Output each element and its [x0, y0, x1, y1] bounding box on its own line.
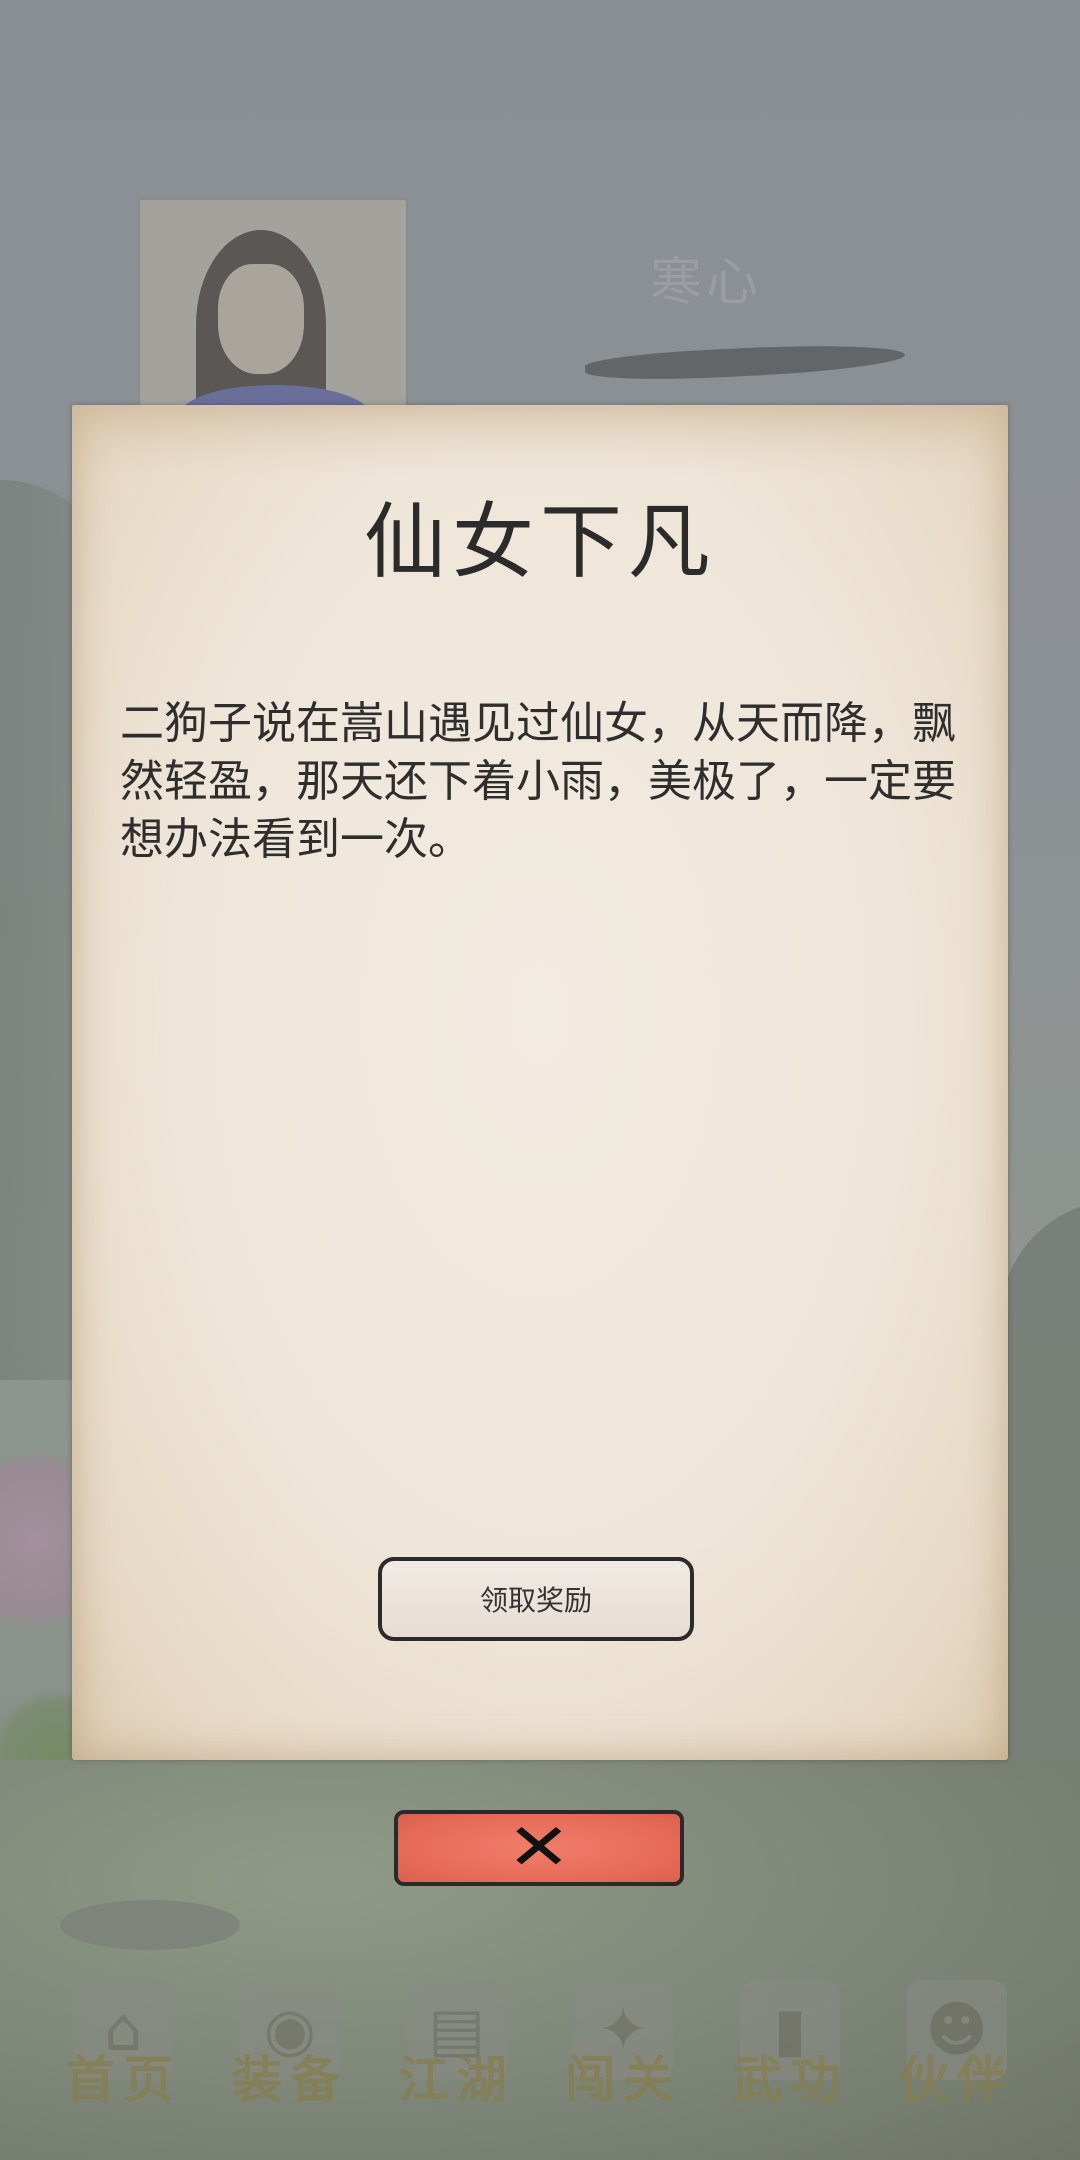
- nav-item-jianghu[interactable]: ▤ 江湖: [382, 1980, 532, 2150]
- nav-item-partner[interactable]: ☻ 伙伴: [882, 1980, 1032, 2150]
- nav-item-martial-arts[interactable]: ▮ 武功: [715, 1980, 865, 2150]
- blossom-tree: [0, 1420, 70, 1660]
- close-icon: ✕: [506, 1811, 572, 1885]
- bottom-nav: ⌂ 首页 ◉ 装备 ▤ 江湖 ✦ 闯关 ▮ 武功 ☻ 伙伴: [0, 1980, 1080, 2160]
- dialog-title: 仙女下凡: [363, 495, 716, 590]
- character-name: 寒心: [650, 253, 763, 313]
- nav-label: 装备: [231, 2050, 348, 2109]
- character-portrait: [138, 198, 408, 422]
- nav-label: 首页: [65, 2050, 182, 2109]
- portrait-face: [218, 264, 304, 374]
- brush-stroke-decoration: [584, 339, 906, 385]
- rock: [60, 1900, 240, 1950]
- event-dialog: 仙女下凡 二狗子说在嵩山遇见过仙女，从天而降，飘然轻盈，那天还下着小雨，美极了，…: [72, 405, 1008, 1760]
- nav-label: 江湖: [398, 2050, 515, 2109]
- nav-item-challenge[interactable]: ✦ 闯关: [548, 1980, 698, 2150]
- nav-label: 武功: [731, 2050, 848, 2109]
- nav-item-equipment[interactable]: ◉ 装备: [215, 1980, 365, 2150]
- nav-item-home[interactable]: ⌂ 首页: [48, 1980, 198, 2150]
- claim-reward-button[interactable]: 领取奖励: [378, 1557, 694, 1641]
- nav-label: 闯关: [565, 2050, 682, 2109]
- nav-label: 伙伴: [898, 2050, 1015, 2109]
- dialog-body-text: 二狗子说在嵩山遇见过仙女，从天而降，飘然轻盈，那天还下着小雨，美极了，一定要想办…: [120, 698, 956, 865]
- close-button[interactable]: ✕: [394, 1810, 684, 1886]
